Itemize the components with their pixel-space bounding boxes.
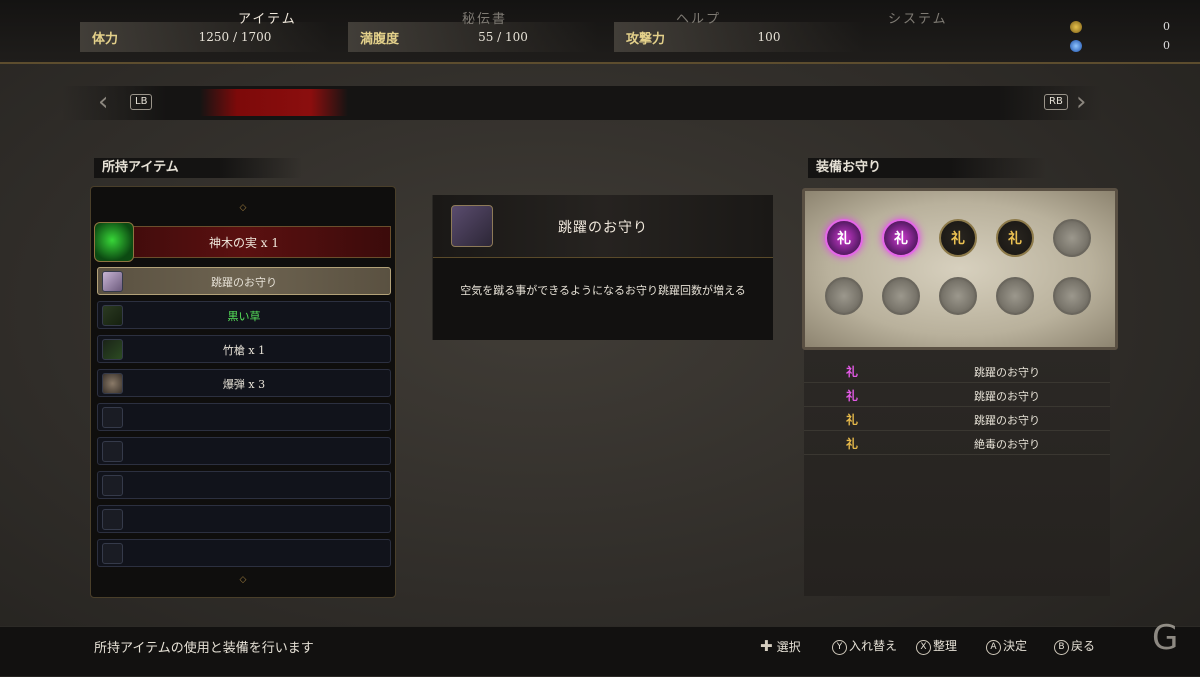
hint-label: 入れ替え: [849, 639, 898, 653]
hint-swap[interactable]: Y 入れ替え: [832, 637, 897, 655]
charm-glyph: 礼: [894, 231, 908, 247]
empty-slot-icon: [102, 543, 123, 564]
dpad-icon: ✚: [760, 637, 773, 655]
charm-glyph: 礼: [1008, 231, 1022, 247]
inventory-slot[interactable]: [97, 403, 391, 431]
stat-attack: 攻撃力 100: [614, 22, 864, 52]
equipped-label: 跳躍のお守り: [974, 390, 1040, 403]
equipped-label: 跳躍のお守り: [974, 366, 1040, 379]
equipped-row: 礼 跳躍のお守り: [804, 408, 1110, 431]
charm-slot[interactable]: [1053, 277, 1091, 315]
inventory-panel: ◇ 神木の実 x 1 跳躍のお守り 黒い草 竹槍 x 1 爆弾 x 3 ◇: [90, 186, 396, 598]
hint-organize[interactable]: X 整理: [916, 637, 957, 655]
item-label: 爆弾 x 3: [222, 378, 266, 391]
charm-slot[interactable]: [996, 277, 1034, 315]
chevron-right-icon[interactable]: ›: [1076, 87, 1086, 117]
x-button-icon: X: [916, 640, 931, 655]
ornament-divider: ◇: [239, 203, 247, 213]
hint-label: 整理: [933, 639, 958, 653]
tab-items[interactable]: アイテム: [238, 8, 297, 27]
item-label: 跳躍のお守り: [211, 276, 277, 289]
active-tab-highlight: [200, 89, 348, 116]
charm-slot[interactable]: 礼: [882, 219, 920, 257]
stat-label: 満腹度: [360, 32, 400, 47]
chevron-left-icon[interactable]: ‹: [98, 87, 108, 117]
coin-icon: [1070, 21, 1082, 33]
item-label: 竹槍 x 1: [222, 344, 266, 357]
currency-value: 0: [1163, 39, 1170, 52]
equipped-row: 礼 跳躍のお守り: [804, 384, 1110, 407]
inventory-slot[interactable]: 竹槍 x 1: [97, 335, 391, 363]
empty-slot-icon: [102, 441, 123, 462]
status-bar: 体力 1250 / 1700 満腹度 55 / 100 攻撃力 100 0 0: [0, 0, 1200, 62]
charm-slot[interactable]: 礼: [825, 219, 863, 257]
charm-slot[interactable]: [939, 277, 977, 315]
equipped-row: 礼 跳躍のお守り: [804, 360, 1110, 383]
charm-glyph-icon: 礼: [846, 389, 859, 403]
hint-label: 決定: [1003, 639, 1028, 653]
charm-slot[interactable]: [1053, 219, 1091, 257]
inventory-slot[interactable]: [97, 505, 391, 533]
item-detail-name: 跳躍のお守り: [558, 220, 648, 236]
inventory-slot[interactable]: [97, 539, 391, 567]
currency-orb: 0: [1070, 39, 1170, 55]
equipped-label: 絶毒のお守り: [974, 438, 1040, 451]
equipped-label: 跳躍のお守り: [974, 414, 1040, 427]
stat-value: 1250 / 1700: [198, 30, 272, 44]
stat-label: 攻撃力: [626, 32, 666, 47]
a-button-icon: A: [986, 640, 1001, 655]
charm-glyph-icon: 礼: [846, 437, 859, 451]
y-button-icon: Y: [832, 640, 847, 655]
hint-label: 戻る: [1071, 639, 1096, 653]
equipped-row: 礼 絶毒のお守り: [804, 432, 1110, 455]
watermark-logo: G: [1152, 618, 1179, 658]
charm-slot[interactable]: 礼: [996, 219, 1034, 257]
charm-glyph: 礼: [837, 231, 851, 247]
hint-select[interactable]: ✚ 選択: [760, 637, 801, 655]
tab-system[interactable]: システム: [888, 8, 948, 27]
empty-slot-icon: [102, 475, 123, 496]
item-detail-description: 空気を蹴る事ができるようになるお守り跳躍回数が増える: [460, 284, 746, 297]
item-detail-header: 跳躍のお守り: [433, 195, 773, 258]
rb-button[interactable]: RB: [1044, 94, 1068, 110]
empty-slot-icon: [102, 407, 123, 428]
inventory-title: 所持アイテム: [94, 158, 302, 178]
footer-bar: 所持アイテムの使用と装備を行います ✚ 選択 Y 入れ替え X 整理 A 決定 B 戻る: [0, 626, 1200, 676]
lb-button[interactable]: LB: [130, 94, 153, 110]
charm-glyph-icon: 礼: [846, 413, 859, 427]
charm-board: 礼 礼 礼 礼: [802, 188, 1118, 350]
tab-help[interactable]: ヘルプ: [676, 8, 721, 27]
hint-confirm[interactable]: A 決定: [986, 637, 1027, 655]
inventory-slot[interactable]: [97, 437, 391, 465]
hint-label: 選択: [776, 640, 801, 654]
ornament-divider: ◇: [239, 575, 247, 585]
inventory-slot[interactable]: 跳躍のお守り: [97, 267, 391, 295]
item-detail-panel: 跳躍のお守り 空気を蹴る事ができるようになるお守り跳躍回数が増える: [432, 195, 773, 340]
tab-secret-books[interactable]: 秘伝書: [462, 8, 507, 27]
charm-glyph-icon: 礼: [846, 365, 859, 379]
charm-glyph: 礼: [951, 231, 965, 247]
hint-back[interactable]: B 戻る: [1054, 637, 1095, 655]
empty-slot-icon: [102, 509, 123, 530]
b-button-icon: B: [1054, 640, 1069, 655]
currency-coin: 0: [1070, 20, 1170, 36]
featured-item[interactable]: 神木の実 x 1: [94, 222, 391, 262]
stat-value: 100: [757, 30, 781, 44]
stat-label: 体力: [92, 32, 119, 47]
charm-slot[interactable]: [825, 277, 863, 315]
equipped-title: 装備お守り: [808, 158, 1046, 178]
inventory-slot[interactable]: 黒い草: [97, 301, 391, 329]
inventory-slot[interactable]: 爆弾 x 3: [97, 369, 391, 397]
currency-value: 0: [1163, 20, 1170, 33]
charm-slot[interactable]: 礼: [939, 219, 977, 257]
featured-item-label: 神木の実 x 1: [208, 236, 280, 250]
charm-slot[interactable]: [882, 277, 920, 315]
inventory-slot[interactable]: [97, 471, 391, 499]
stat-value: 55 / 100: [478, 30, 528, 44]
help-text: 所持アイテムの使用と装備を行います: [94, 641, 314, 656]
item-label: 黒い草: [227, 310, 261, 323]
spirit-orb-icon: [1070, 40, 1082, 52]
